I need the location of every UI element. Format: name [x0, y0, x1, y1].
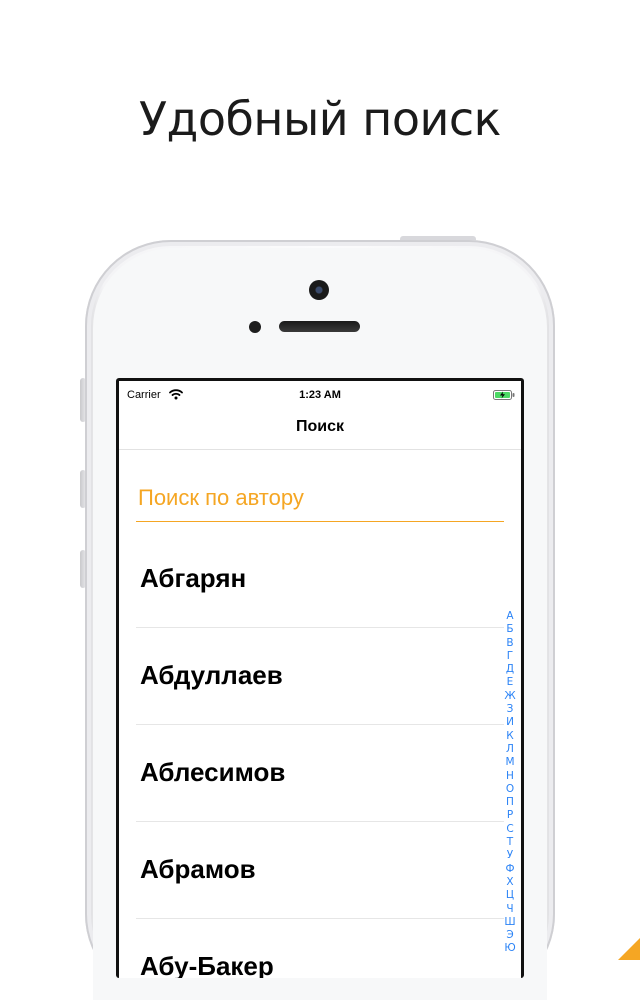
index-letter[interactable]: К	[506, 730, 513, 743]
battery-charging-icon	[493, 390, 515, 400]
front-camera	[309, 280, 329, 300]
index-letter[interactable]: Ю	[504, 942, 515, 955]
index-letter[interactable]: Б	[506, 623, 513, 636]
index-letter[interactable]: М	[505, 756, 514, 769]
earpiece-speaker	[279, 321, 360, 332]
index-letter[interactable]: Р	[507, 809, 513, 822]
list-item[interactable]: Абгарян	[136, 531, 504, 628]
index-letter[interactable]: Ф	[505, 863, 514, 876]
index-letter[interactable]: Л	[506, 743, 514, 756]
index-letter[interactable]: В	[506, 637, 513, 650]
index-letter[interactable]: Е	[507, 676, 514, 689]
index-letter[interactable]: З	[507, 703, 514, 716]
author-name: Аблесимов	[140, 757, 286, 787]
alphabet-index[interactable]: А Б В Г Д Е Ж З И К Л М Н О П Р С Т У Ф …	[503, 610, 517, 956]
author-name: Абдуллаев	[140, 660, 283, 690]
index-letter[interactable]: Т	[507, 836, 513, 849]
index-letter[interactable]: Ш	[504, 916, 515, 929]
nav-title: Поиск	[295, 418, 344, 435]
index-letter[interactable]: Ж	[504, 690, 515, 703]
index-letter[interactable]: Г	[507, 650, 513, 663]
author-search-field[interactable]: Поиск по автору	[136, 481, 504, 522]
list-item[interactable]: Аблесимов	[136, 725, 504, 822]
index-letter[interactable]: Х	[506, 876, 513, 889]
list-item[interactable]: Абрамов	[136, 822, 504, 919]
list-item[interactable]: Абу-Бакер	[136, 919, 504, 978]
authors-list: Абгарян Абдуллаев Аблесимов Абрамов Абу-…	[136, 531, 504, 978]
navigation-bar: Поиск	[119, 407, 521, 450]
index-letter[interactable]: Э	[506, 929, 513, 942]
index-letter[interactable]: П	[506, 796, 514, 809]
status-time: 1:23 AM	[299, 389, 341, 401]
proximity-sensor	[249, 321, 261, 333]
index-letter[interactable]: Ц	[506, 889, 514, 902]
index-letter[interactable]: С	[506, 823, 513, 836]
app-view: Carrier 1:23 AM Поиск Поиск по автору Аб…	[119, 381, 521, 978]
index-letter[interactable]: О	[506, 783, 514, 796]
index-letter[interactable]: У	[507, 849, 513, 862]
author-name: Абрамов	[140, 854, 256, 884]
corner-badge-icon	[618, 938, 640, 960]
phone-screen: Carrier 1:23 AM Поиск Поиск по автору Аб…	[116, 378, 524, 978]
index-letter[interactable]: Д	[506, 663, 514, 676]
index-letter[interactable]: И	[506, 716, 514, 729]
index-letter[interactable]: Н	[506, 770, 514, 783]
status-bar: Carrier 1:23 AM	[119, 381, 521, 407]
promo-headline: Удобный поиск	[139, 92, 501, 146]
index-letter[interactable]: А	[506, 610, 513, 623]
author-name: Абу-Бакер	[140, 951, 274, 978]
search-placeholder: Поиск по автору	[138, 485, 304, 510]
author-name: Абгарян	[140, 563, 247, 593]
list-item[interactable]: Абдуллаев	[136, 628, 504, 725]
index-letter[interactable]: Ч	[506, 903, 513, 916]
